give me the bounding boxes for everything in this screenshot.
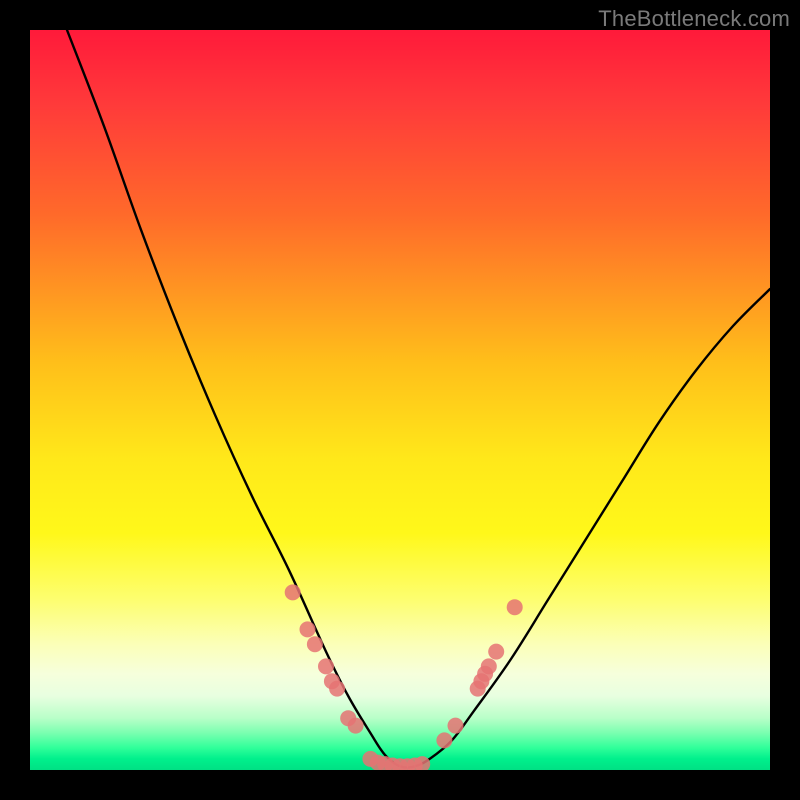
sample-point [488,644,504,660]
sample-point [329,681,345,697]
sample-point [300,621,316,637]
sample-point [448,718,464,734]
sample-point [481,658,497,674]
bottleneck-curve [67,30,770,768]
curve-layer [30,30,770,770]
chart-frame: TheBottleneck.com [0,0,800,800]
sample-point [285,584,301,600]
plot-area [30,30,770,770]
sample-points [285,584,523,770]
sample-point [436,732,452,748]
sample-point [307,636,323,652]
sample-point [318,658,334,674]
sample-point [507,599,523,615]
sample-point [348,718,364,734]
watermark-text: TheBottleneck.com [598,6,790,32]
